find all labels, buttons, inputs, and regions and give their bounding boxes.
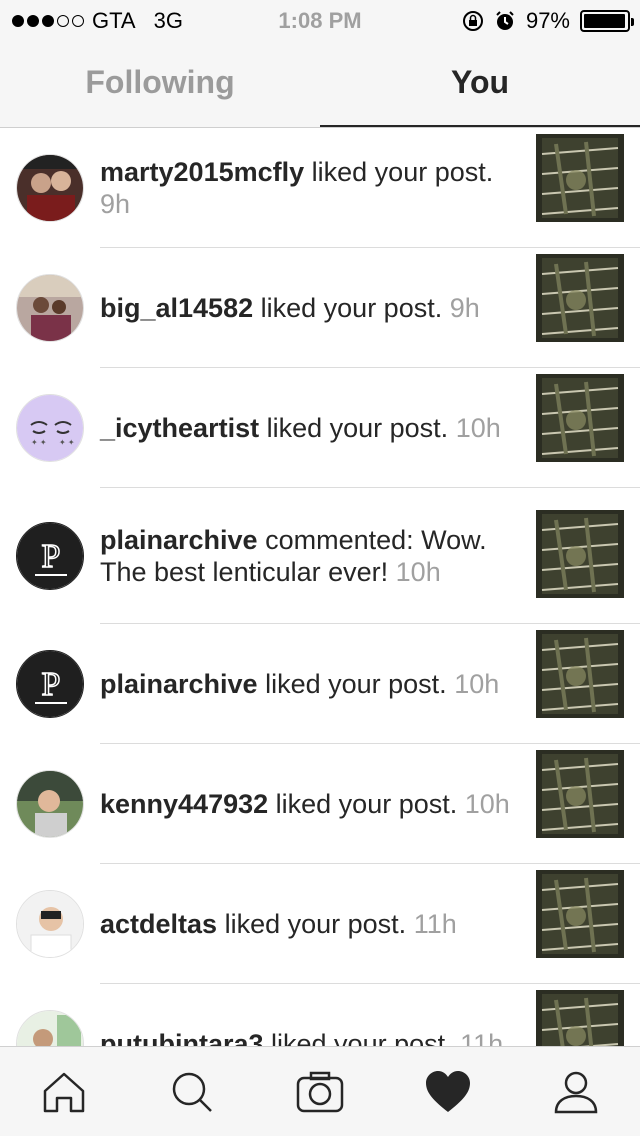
action-text: liked your post.	[311, 157, 494, 187]
action-text: liked your post.	[275, 789, 458, 819]
tab-you[interactable]: You	[320, 40, 640, 128]
tab-following[interactable]: Following	[0, 40, 320, 128]
post-thumbnail[interactable]	[536, 870, 624, 958]
avatar[interactable]	[16, 274, 84, 342]
timestamp: 10h	[455, 413, 501, 443]
battery-percent: 97%	[525, 8, 570, 33]
timestamp: 10h	[395, 557, 441, 587]
timestamp: 10h	[464, 789, 510, 819]
username[interactable]: marty2015mcfly	[100, 157, 304, 187]
svg-text:P: P	[42, 666, 61, 703]
header: GTA 3G 1:08 PM 97% Following You	[0, 0, 640, 128]
post-thumbnail[interactable]	[536, 374, 624, 462]
list-item[interactable]: kenny447932 liked your post. 10h	[0, 744, 640, 864]
notification-text: plainarchive liked your post. 10h	[100, 668, 524, 700]
post-thumbnail[interactable]	[536, 254, 624, 342]
post-thumbnail[interactable]	[536, 630, 624, 718]
username[interactable]: plainarchive	[100, 525, 258, 555]
list-item[interactable]: marty2015mcfly liked your post. 9h	[0, 128, 640, 248]
username[interactable]: _icytheartist	[100, 413, 259, 443]
action-text: liked your post.	[271, 1029, 453, 1046]
nav-home[interactable]	[0, 1047, 128, 1136]
post-thumbnail[interactable]	[536, 510, 624, 598]
avatar[interactable]	[16, 890, 84, 958]
notification-text: actdeltas liked your post. 11h	[100, 908, 524, 940]
timestamp: 10h	[454, 669, 500, 699]
timestamp: 11h	[413, 909, 457, 939]
nav-camera[interactable]	[256, 1047, 384, 1136]
profile-icon	[554, 1071, 598, 1113]
svg-text:✦ ✦: ✦ ✦	[31, 438, 47, 447]
notification-list[interactable]: marty2015mcfly liked your post. 9h big_a…	[0, 128, 640, 1046]
timestamp: 9h	[100, 189, 131, 219]
action-text: liked your post.	[260, 293, 443, 323]
post-thumbnail[interactable]	[536, 990, 624, 1046]
search-icon	[172, 1072, 212, 1112]
nav-search[interactable]	[128, 1047, 256, 1136]
username[interactable]: kenny447932	[100, 789, 268, 819]
battery-icon	[580, 10, 634, 32]
list-item[interactable]: putubintara3 liked your post. 11h	[0, 984, 640, 1046]
nav-activity[interactable]	[384, 1047, 512, 1136]
action-text: liked your post.	[266, 413, 449, 443]
action-text: liked your post.	[265, 669, 447, 699]
notification-text: big_al14582 liked your post. 9h	[100, 292, 524, 324]
post-thumbnail[interactable]	[536, 750, 624, 838]
username[interactable]: putubintara3	[100, 1029, 264, 1046]
bottom-tab-bar	[0, 1046, 640, 1136]
username[interactable]: plainarchive	[100, 669, 258, 699]
list-item[interactable]: ✦ ✦ ✦ ✦ _icytheartist liked your post. 10…	[0, 368, 640, 488]
camera-icon	[296, 1071, 344, 1112]
username[interactable]: actdeltas	[100, 909, 217, 939]
svg-text:P: P	[42, 538, 61, 575]
action-text: liked your post.	[224, 909, 407, 939]
avatar[interactable]: P	[16, 522, 84, 590]
alarm-icon	[496, 11, 514, 30]
notification-text: _icytheartist liked your post. 10h	[100, 412, 524, 444]
list-item[interactable]: big_al14582 liked your post. 9h	[0, 248, 640, 368]
list-item[interactable]: actdeltas liked your post. 11h	[0, 864, 640, 984]
list-item[interactable]: P plainarchive liked your post. 10h	[0, 624, 640, 744]
avatar[interactable]	[16, 770, 84, 838]
activity-tabs: Following You	[0, 40, 640, 128]
home-icon	[43, 1072, 85, 1112]
notification-text: plainarchive commented: Wow. The best le…	[100, 524, 524, 588]
nav-profile[interactable]	[512, 1047, 640, 1136]
notification-text: marty2015mcfly liked your post. 9h	[100, 156, 524, 220]
notification-text: kenny447932 liked your post. 10h	[100, 788, 524, 820]
avatar[interactable]	[16, 154, 84, 222]
status-bar: GTA 3G 1:08 PM 97%	[0, 0, 640, 40]
avatar[interactable]: P	[16, 650, 84, 718]
username[interactable]: big_al14582	[100, 293, 253, 323]
list-item[interactable]: P plainarchive commented: Wow. The best …	[0, 488, 640, 624]
status-right: 97%	[462, 8, 634, 34]
heart-icon	[426, 1070, 470, 1112]
timestamp: 11h	[460, 1029, 504, 1046]
timestamp: 9h	[449, 293, 480, 323]
rotation-lock-icon	[462, 11, 483, 31]
avatar[interactable]: ✦ ✦ ✦ ✦	[16, 394, 84, 462]
avatar[interactable]	[16, 1010, 84, 1046]
notification-text: putubintara3 liked your post. 11h	[100, 1028, 524, 1046]
svg-text:✦ ✦: ✦ ✦	[59, 438, 75, 447]
post-thumbnail[interactable]	[536, 134, 624, 222]
